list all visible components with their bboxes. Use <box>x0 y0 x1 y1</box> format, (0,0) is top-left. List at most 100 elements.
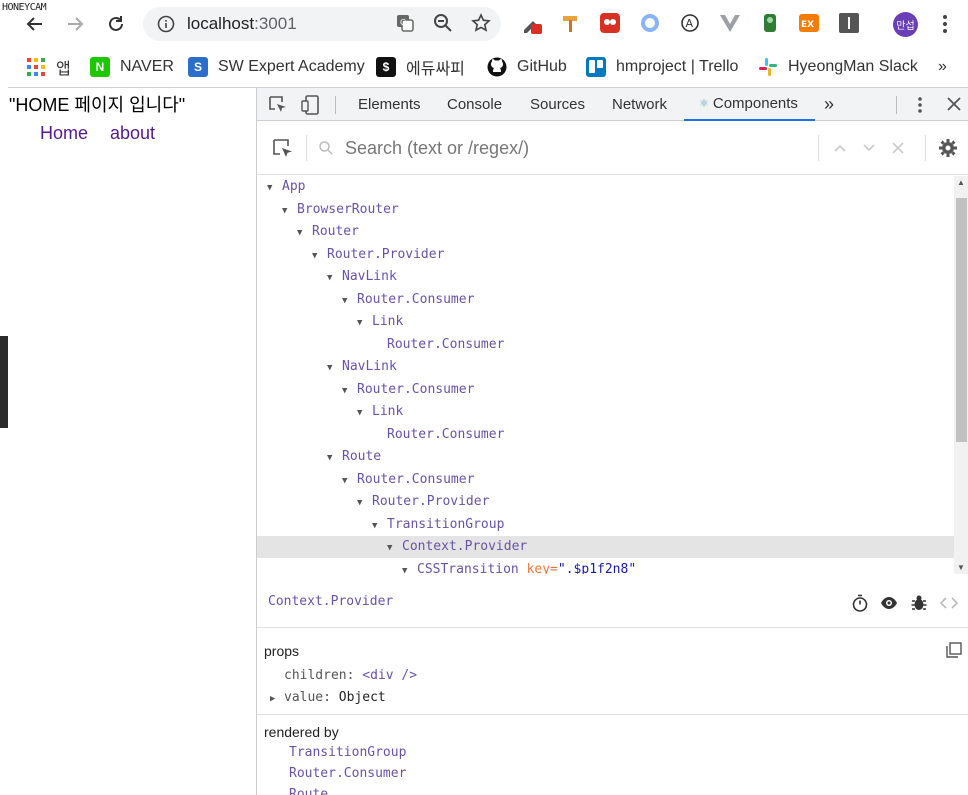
bookmark-slack[interactable]: HyeongMan Slack <box>758 56 918 78</box>
bookmark-sw-expert-academy[interactable]: S SW Expert Academy <box>188 56 365 78</box>
tree-node[interactable]: ▼ App <box>257 176 954 198</box>
bookmark-github[interactable]: GitHub <box>487 56 567 78</box>
info-icon[interactable] <box>157 15 175 33</box>
collapse-arrow-icon[interactable]: ▼ <box>297 222 312 244</box>
collapse-arrow-icon[interactable]: ▼ <box>327 357 342 379</box>
bookmark-label: HyeongMan Slack <box>788 58 918 75</box>
tree-node[interactable]: ▼ Route <box>257 446 954 468</box>
green-extension-icon[interactable] <box>759 12 781 34</box>
vue-extension-icon[interactable] <box>719 12 741 34</box>
edussafy-icon: $ <box>376 57 396 77</box>
tab-components[interactable]: ⚛ Components <box>684 88 815 121</box>
devtools-menu-icon[interactable] <box>917 96 923 114</box>
selected-component-name: Context.Provider <box>268 594 394 609</box>
bookmark-naver[interactable]: N NAVER <box>90 56 174 78</box>
zoom-icon[interactable] <box>433 13 453 33</box>
forward-button[interactable] <box>56 5 94 43</box>
prop-row-value[interactable]: ▶ value: Object <box>270 690 386 705</box>
tree-node[interactable]: Router.Consumer <box>257 424 954 446</box>
copy-props-icon[interactable] <box>946 642 962 658</box>
tree-node[interactable]: ▼ Router.Provider <box>257 244 954 266</box>
tree-node[interactable]: ▼ CSSTransition key=".$p1f2n8" <box>257 559 954 575</box>
bookmarks-overflow-button[interactable]: » <box>938 56 947 78</box>
about-link[interactable]: about <box>110 123 155 144</box>
device-toolbar-icon[interactable] <box>301 95 319 115</box>
stopwatch-icon[interactable] <box>851 594 869 612</box>
tab-sources[interactable]: Sources <box>530 88 585 121</box>
tree-node[interactable]: ▼ TransitionGroup <box>257 514 954 536</box>
bookmark-edussafy[interactable]: $ 에듀싸피 <box>376 56 465 78</box>
collapse-arrow-icon[interactable]: ▼ <box>267 177 282 199</box>
tree-node[interactable]: ▼ Router <box>257 221 954 243</box>
omnibox-actions: G <box>395 13 491 33</box>
tree-node[interactable]: ▼ Router.Consumer <box>257 379 954 401</box>
collapse-arrow-icon[interactable]: ▼ <box>357 492 372 514</box>
collapse-arrow-icon[interactable]: ▼ <box>357 402 372 424</box>
close-devtools-icon[interactable] <box>947 97 961 111</box>
collapse-arrow-icon[interactable]: ▼ <box>342 290 357 312</box>
ex-extension-icon[interactable]: EX <box>798 12 820 34</box>
bookmark-apps[interactable]: 앱 <box>26 56 71 78</box>
clear-search-icon[interactable] <box>889 139 907 157</box>
eye-icon[interactable] <box>880 594 898 612</box>
tab-console[interactable]: Console <box>447 88 502 121</box>
rendered-by-section: rendered by TransitionGroup Router.Consu… <box>257 716 968 795</box>
previous-result-icon[interactable] <box>831 139 849 157</box>
more-tabs-button[interactable]: » <box>824 88 834 121</box>
bookmark-trello[interactable]: hmproject | Trello <box>586 56 738 78</box>
collapse-arrow-icon[interactable]: ▼ <box>342 380 357 402</box>
home-link[interactable]: Home <box>40 123 88 144</box>
tab-elements[interactable]: Elements <box>358 88 421 121</box>
prop-row-children[interactable]: children: <div /> <box>284 668 417 683</box>
tree-node[interactable]: ▼ NavLink <box>257 266 954 288</box>
tree-scrollbar[interactable]: ▲ ▼ <box>954 176 968 574</box>
tree-node[interactable]: ▼ Router.Consumer <box>257 289 954 311</box>
owl-extension-icon[interactable] <box>599 12 621 34</box>
next-result-icon[interactable] <box>860 139 878 157</box>
tree-node[interactable]: Router.Consumer <box>257 334 954 356</box>
collapse-arrow-icon[interactable]: ▼ <box>342 470 357 492</box>
profile-avatar[interactable]: 만섭 <box>893 12 918 37</box>
a-extension-icon[interactable]: A <box>679 12 701 34</box>
tree-node[interactable]: ▼ Context.Provider <box>257 536 954 558</box>
svg-text:A: A <box>686 17 694 30</box>
view-source-icon[interactable] <box>940 594 958 612</box>
collapse-arrow-icon[interactable]: ▼ <box>372 515 387 537</box>
hammer-extension-icon[interactable] <box>560 12 582 34</box>
tab-network[interactable]: Network <box>612 88 667 121</box>
collapse-arrow-icon[interactable]: ▼ <box>327 447 342 469</box>
select-component-icon[interactable] <box>273 139 293 159</box>
tree-node[interactable]: ▼ Router.Consumer <box>257 469 954 491</box>
settings-gear-icon[interactable] <box>939 139 957 157</box>
tree-node[interactable]: ▼ Link <box>257 401 954 423</box>
components-search-input[interactable] <box>345 134 805 162</box>
collapse-arrow-icon[interactable]: ▼ <box>312 245 327 267</box>
swirl-extension-icon[interactable] <box>639 12 661 34</box>
tree-node[interactable]: ▼ Router.Provider <box>257 491 954 513</box>
tree-node[interactable]: ▼ BrowserRouter <box>257 199 954 221</box>
rendered-by-item[interactable]: Router.Consumer <box>289 766 406 781</box>
tree-node[interactable]: ▼ NavLink <box>257 356 954 378</box>
translate-icon[interactable]: G <box>395 13 415 33</box>
tab-components-label: Components <box>712 95 798 112</box>
bookmark-star-icon[interactable] <box>471 13 491 33</box>
bug-icon[interactable] <box>910 594 928 612</box>
browser-menu-icon[interactable] <box>942 14 948 34</box>
eyedropper-extension-icon[interactable] <box>520 12 542 34</box>
scroll-down-arrow[interactable]: ▼ <box>957 563 965 572</box>
collapse-arrow-icon[interactable]: ▼ <box>282 200 297 222</box>
collapse-arrow-icon[interactable]: ▼ <box>402 560 417 575</box>
collapse-arrow-icon[interactable]: ▼ <box>387 537 402 559</box>
dark-extension-icon[interactable] <box>838 12 860 34</box>
collapse-arrow-icon[interactable]: ▼ <box>357 312 372 334</box>
rendered-by-item[interactable]: TransitionGroup <box>289 745 406 760</box>
rendered-by-item[interactable]: Route <box>289 787 328 795</box>
inspect-element-icon[interactable] <box>269 96 287 114</box>
scrollbar-thumb[interactable] <box>956 198 967 442</box>
address-bar[interactable]: localhost:3001 G <box>143 7 501 41</box>
reload-button[interactable] <box>97 5 135 43</box>
collapse-arrow-icon[interactable]: ▼ <box>327 267 342 289</box>
scroll-up-arrow[interactable]: ▲ <box>957 178 965 187</box>
tree-node[interactable]: ▼ Link <box>257 311 954 333</box>
expand-arrow-icon[interactable]: ▶ <box>270 694 284 704</box>
